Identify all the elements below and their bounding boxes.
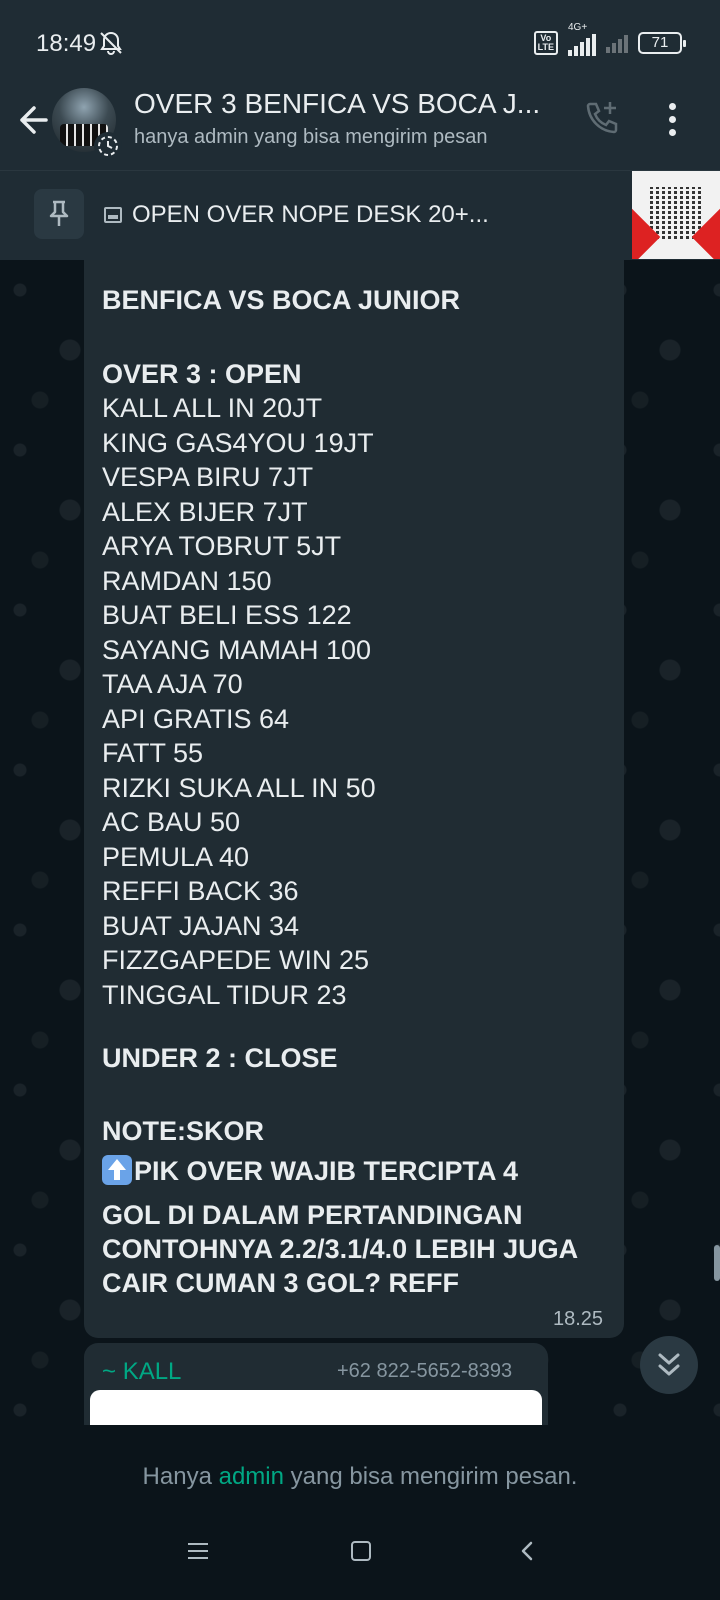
add-call-icon[interactable]: [582, 98, 622, 138]
admin-link[interactable]: admin: [219, 1463, 284, 1490]
message-entry: VESPA BIRU 7JT: [102, 462, 314, 492]
chat-title[interactable]: OVER 3 BENFICA VS BOCA J...: [134, 88, 540, 120]
message-entry: BUAT BELI ESS 122: [102, 600, 352, 630]
pin-icon: [49, 200, 69, 226]
message-entry: REFFI BACK 36: [102, 876, 299, 906]
chat-header: OVER 3 BENFICA VS BOCA J... hanya admin …: [0, 88, 720, 170]
home-icon[interactable]: [351, 1541, 371, 1561]
system-nav-bar: [0, 1515, 720, 1600]
message-entry: ARYA TOBRUT 5JT: [102, 531, 342, 561]
message-entry: RIZKI SUKA ALL IN 50: [102, 772, 376, 803]
admin-only-notice: Hanya admin yang bisa mengirim pesan.: [142, 1463, 578, 1490]
status-time: 18:49: [36, 30, 97, 57]
message-entry: RAMDAN 150: [102, 565, 272, 596]
sender-name[interactable]: ~ KALL: [102, 1358, 181, 1386]
message-note-label: NOTE:SKOR: [102, 1116, 264, 1146]
message-entry: TAA AJA 70: [102, 669, 243, 699]
message-entry: ALEX BIJER 7JT: [102, 496, 308, 527]
pinned-message-text: OPEN OVER NOPE DESK 20+...: [132, 201, 489, 228]
message-entry: FIZZGAPEDE WIN 25: [102, 945, 370, 975]
image-message-preview[interactable]: [90, 1390, 542, 1425]
chat-subtitle[interactable]: hanya admin yang bisa mengirim pesan: [134, 126, 488, 149]
more-vert-icon[interactable]: [662, 100, 682, 140]
pinned-message-bar[interactable]: OPEN OVER NOPE DESK 20+...: [0, 170, 720, 260]
message-entry: PEMULA 40: [102, 841, 250, 872]
network-type-label: 4G+: [568, 22, 588, 33]
admin-only-footer: Hanya admin yang bisa mengirim pesan.: [0, 1425, 720, 1515]
pin-icon-button[interactable]: [34, 189, 84, 239]
note-line: CAIR CUMAN 3 GOL? REFF: [102, 1268, 459, 1298]
message-entry: AC BAU 50: [102, 807, 241, 837]
message-entry: API GRATIS 64: [102, 703, 290, 734]
message-entry: KING GAS4YOU 19JT: [102, 427, 374, 458]
disappearing-messages-icon: [94, 132, 122, 160]
note-line: GOL DI DALAM PERTANDINGAN: [102, 1200, 523, 1230]
status-icons: Vo LTE 4G+ 71: [533, 22, 686, 56]
status-bar: 18:49 Vo LTE 4G+ 71: [0, 0, 720, 88]
nav-back-icon[interactable]: [516, 1539, 540, 1563]
scrollbar-handle[interactable]: [714, 1245, 720, 1281]
note-line: PIK OVER WAJIB TERCIPTA 4: [102, 1154, 518, 1189]
note-line: CONTOHNYA 2.2/3.1/4.0 LEBIH JUGA: [102, 1234, 579, 1264]
volte-icon: Vo LTE: [533, 31, 558, 55]
up-arrow-emoji-icon: [102, 1155, 132, 1185]
image-icon: [104, 207, 122, 223]
message-entry: TINGGAL TIDUR 23: [102, 979, 347, 1010]
message-close-label: UNDER 2 : CLOSE: [102, 1043, 338, 1073]
pinned-image-thumbnail[interactable]: [632, 171, 720, 259]
bell-off-icon: [100, 31, 122, 55]
recents-icon[interactable]: [188, 1543, 208, 1559]
message-entry: SAYANG MAMAH 100: [102, 634, 372, 665]
message-entry: KALL ALL IN 20JT: [102, 393, 323, 423]
signal-icon: 4G+: [568, 22, 596, 56]
scroll-to-bottom-button[interactable]: [640, 1336, 698, 1394]
signal-no-service-icon: [606, 33, 628, 53]
message-timestamp: 18.25: [553, 1308, 604, 1330]
sender-phone: +62 822-5652-8393: [337, 1360, 513, 1382]
back-arrow-icon[interactable]: [12, 100, 52, 140]
message-entry: FATT 55: [102, 738, 204, 768]
double-chevron-down-icon: [658, 1353, 680, 1376]
chat-background: BENFICA VS BOCA JUNIOR OVER 3 : OPEN KAL…: [0, 260, 720, 1425]
message-entry-list: KALL ALL IN 20JT KING GAS4YOU 19JT VESPA B…: [102, 391, 376, 1012]
battery-icon: 71: [638, 32, 686, 54]
message-heading: BENFICA VS BOCA JUNIOR: [102, 285, 461, 315]
message-open-label: OVER 3 : OPEN: [102, 359, 302, 389]
message-entry: BUAT JAJAN 34: [102, 910, 300, 941]
